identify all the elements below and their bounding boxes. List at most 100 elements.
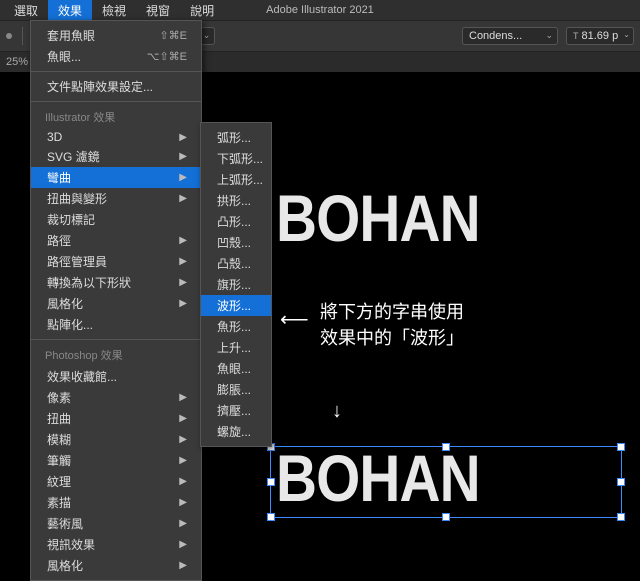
submenu-arrow-icon: ▶ — [179, 151, 187, 162]
menu-item-distort[interactable]: 扭曲與變形 ▶ — [31, 188, 201, 209]
menu-item-label: 擠壓... — [217, 402, 251, 419]
warp-twist[interactable]: 螺旋... — [201, 421, 271, 442]
menu-item-stylize-ps[interactable]: 風格化▶ — [31, 555, 201, 576]
menu-item-raster-settings[interactable]: 文件點陣效果設定... — [31, 76, 201, 97]
menu-item-label: 3D — [47, 130, 62, 144]
annotation-line2: 效果中的「波形」 — [320, 324, 464, 350]
menu-item-label: 下弧形... — [217, 150, 263, 167]
menu-item-texture[interactable]: 紋理▶ — [31, 471, 201, 492]
menu-item-label: 拱形... — [217, 192, 251, 209]
warp-squeeze[interactable]: 擠壓... — [201, 400, 271, 421]
menu-item-shortcut: ⌥⇧⌘E — [147, 50, 187, 63]
menu-item-warp[interactable]: 彎曲▶ — [31, 167, 201, 188]
submenu-arrow-icon: ▶ — [179, 434, 187, 445]
menu-item-artistic[interactable]: 藝術風▶ — [31, 513, 201, 534]
submenu-arrow-icon: ▶ — [179, 539, 187, 550]
menu-item-pixelate[interactable]: 像素▶ — [31, 387, 201, 408]
warp-flag[interactable]: 旗形... — [201, 274, 271, 295]
warp-arc-upper[interactable]: 上弧形... — [201, 169, 271, 190]
menu-item-label: 點陣化... — [47, 316, 93, 333]
menu-item-svg[interactable]: SVG 濾鏡 ▶ — [31, 146, 201, 167]
separator — [22, 27, 23, 45]
menu-window[interactable]: 視窗 — [136, 0, 180, 21]
menu-item-path[interactable]: 路徑▶ — [31, 230, 201, 251]
submenu-arrow-icon: ▶ — [179, 413, 187, 424]
chevron-down-icon: ⌄ — [545, 30, 553, 41]
menu-item-last-effect[interactable]: 魚眼... ⌥⇧⌘E — [31, 46, 201, 67]
handle-tm[interactable] — [442, 443, 450, 451]
menu-item-label: 筆觸 — [47, 452, 71, 469]
menu-item-label: 文件點陣效果設定... — [47, 78, 153, 95]
menu-section-header-ai: Illustrator 效果 — [31, 106, 201, 128]
warp-arc-lower[interactable]: 下弧形... — [201, 148, 271, 169]
menu-separator — [31, 71, 201, 72]
menu-item-rasterize[interactable]: 點陣化... — [31, 314, 201, 335]
warp-inflate[interactable]: 膨脹... — [201, 379, 271, 400]
menu-item-label: 魚眼... — [217, 360, 251, 377]
font-style-field[interactable]: Condens... ⌄ — [462, 27, 558, 45]
menu-item-apply-last[interactable]: 套用魚眼 ⇧⌘E — [31, 25, 201, 46]
menu-item-label: 套用魚眼 — [47, 27, 95, 44]
font-size-field[interactable]: T 81.69 p ⌄ — [566, 27, 634, 45]
menu-item-cropmarks[interactable]: 裁切標記 — [31, 209, 201, 230]
menu-help[interactable]: 說明 — [180, 0, 224, 21]
menu-item-label: 模糊 — [47, 431, 71, 448]
menu-separator — [31, 339, 201, 340]
menu-item-distort-ps[interactable]: 扭曲▶ — [31, 408, 201, 429]
annotation-line1: 將下方的字串使用 — [320, 298, 464, 324]
submenu-arrow-icon: ▶ — [179, 298, 187, 309]
menu-item-pathfinder[interactable]: 路徑管理員 ▶ — [31, 251, 201, 272]
menu-item-label: 路徑管理員 — [47, 253, 107, 270]
warp-rise[interactable]: 上升... — [201, 337, 271, 358]
selection-bounding-box[interactable] — [270, 446, 622, 518]
warp-arch[interactable]: 拱形... — [201, 190, 271, 211]
menu-item-video[interactable]: 視訊效果▶ — [31, 534, 201, 555]
menu-item-label: 弧形... — [217, 129, 251, 146]
menu-item-convert-shape[interactable]: 轉換為以下形狀▶ — [31, 272, 201, 293]
menu-item-label: 上弧形... — [217, 171, 263, 188]
menu-item-stylize-ai[interactable]: 風格化 ▶ — [31, 293, 201, 314]
warp-shell-lower[interactable]: 凹殼... — [201, 232, 271, 253]
menu-item-label: 風格化 — [47, 557, 83, 574]
menu-item-label: 裁切標記 — [47, 211, 95, 228]
menu-item-label: 凸形... — [217, 213, 251, 230]
annotation-arrow-left: ⟵ — [280, 307, 309, 332]
handle-bl[interactable] — [267, 513, 275, 521]
handle-tr[interactable] — [617, 443, 625, 451]
menu-item-label: 彎曲 — [47, 169, 71, 186]
menu-item-sketch[interactable]: 素描▶ — [31, 492, 201, 513]
menu-item-label: 魚眼... — [47, 48, 81, 65]
menu-item-blur[interactable]: 模糊 ▶ — [31, 429, 201, 450]
menu-item-brush[interactable]: 筆觸 ▶ — [31, 450, 201, 471]
warp-fisheye[interactable]: 魚眼... — [201, 358, 271, 379]
submenu-arrow-icon: ▶ — [179, 256, 187, 267]
menu-item-label: SVG 濾鏡 — [47, 148, 100, 165]
warp-arc[interactable]: 弧形... — [201, 127, 271, 148]
submenu-arrow-icon: ▶ — [179, 518, 187, 529]
handle-ml[interactable] — [267, 478, 275, 486]
ctrl-dot[interactable] — [6, 33, 12, 39]
handle-bm[interactable] — [442, 513, 450, 521]
warp-shell-upper[interactable]: 凸殼... — [201, 253, 271, 274]
handle-br[interactable] — [617, 513, 625, 521]
warp-bulge[interactable]: 凸形... — [201, 211, 271, 232]
artboard-text-top[interactable]: BOHAN — [276, 180, 480, 256]
menu-item-gallery[interactable]: 效果收藏館... — [31, 366, 201, 387]
menu-item-label: 風格化 — [47, 295, 83, 312]
menu-item-3d[interactable]: 3D▶ — [31, 128, 201, 146]
menu-item-label: 素描 — [47, 494, 71, 511]
menu-effects[interactable]: 效果 — [48, 0, 92, 21]
menu-select[interactable]: 選取 — [4, 0, 48, 21]
warp-fish[interactable]: 魚形... — [201, 316, 271, 337]
handle-mr[interactable] — [617, 478, 625, 486]
font-size-value: 81.69 p — [582, 30, 619, 42]
submenu-arrow-icon: ▶ — [179, 193, 187, 204]
submenu-arrow-icon: ▶ — [179, 455, 187, 466]
menu-item-label: 螺旋... — [217, 423, 251, 440]
chevron-down-icon: ⌄ — [623, 30, 630, 39]
warp-wave[interactable]: 波形... — [201, 295, 271, 316]
menu-item-label: 扭曲與變形 — [47, 190, 107, 207]
fontsize-icon: T — [573, 31, 579, 41]
menu-view[interactable]: 檢視 — [92, 0, 136, 21]
chevron-down-icon: ⌄ — [203, 30, 211, 41]
